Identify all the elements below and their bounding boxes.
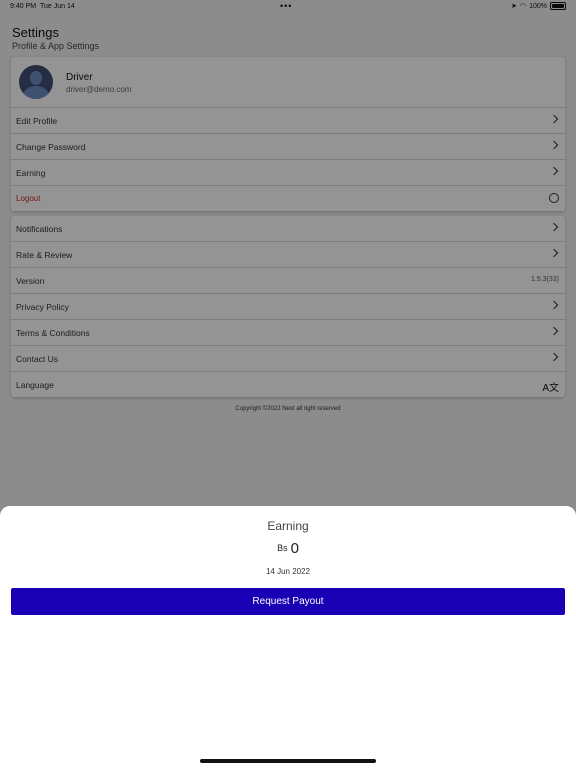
sheet-title: Earning <box>267 519 309 533</box>
earning-amount: Bs 0 <box>0 540 576 558</box>
earning-date: 14 Jun 2022 <box>265 567 311 576</box>
earning-bottom-sheet: Earning Bs 0 14 Jun 2022 Request Payout <box>0 506 576 768</box>
request-payout-button[interactable]: Request Payout <box>11 588 565 615</box>
home-indicator[interactable] <box>200 759 376 763</box>
currency-label: Bs <box>277 543 288 553</box>
amount-value: 0 <box>290 540 299 557</box>
